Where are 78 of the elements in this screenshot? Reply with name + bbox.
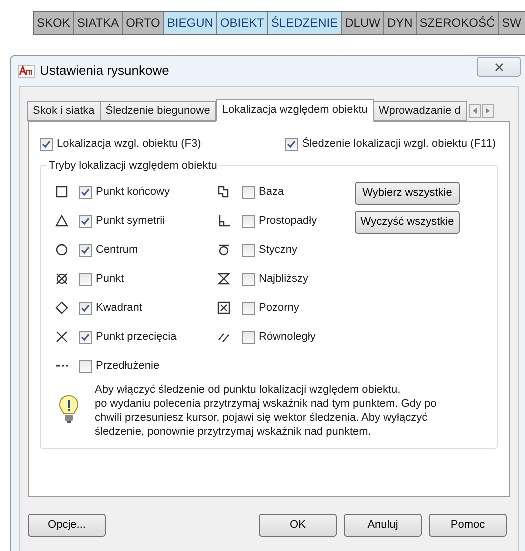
checkbox-label: Przedłużenie <box>96 358 160 374</box>
checkbox-label: Śledzenie lokalizacji wzgl. obiektu (F11) <box>302 136 496 152</box>
status-toggle[interactable]: SIATKA <box>74 12 124 34</box>
checkmark-icon <box>287 140 296 149</box>
triangle-icon <box>55 214 69 228</box>
checkbox-label: Punkt końcowy <box>96 184 170 200</box>
status-toggle[interactable]: OBIEKT <box>217 12 268 34</box>
checkmark-icon <box>81 246 90 254</box>
diamond-icon <box>55 301 69 315</box>
checkmark-icon <box>42 140 51 149</box>
checkbox-label: Prostopadły <box>259 214 318 229</box>
close-icon <box>494 62 504 72</box>
dialog-button[interactable]: Pomoc <box>429 514 507 537</box>
checkbox-label: Najbliższy <box>259 272 309 287</box>
tab[interactable]: Wprowadzanie d <box>372 101 467 121</box>
checkmark-icon <box>81 216 90 226</box>
checkbox[interactable] <box>79 360 92 372</box>
checkbox[interactable] <box>242 302 255 314</box>
left-arrow-icon <box>472 108 477 114</box>
checkbox[interactable] <box>79 302 92 314</box>
status-toggle[interactable]: BIEGUN <box>164 12 218 34</box>
window-title: Ustawienia rysunkowe <box>40 62 170 80</box>
dialog-button[interactable]: OK <box>259 514 337 537</box>
dialog-button[interactable]: Wybierz wszystkie <box>355 182 460 204</box>
checkmark-icon <box>81 188 90 196</box>
app-logo-icon <box>18 64 35 78</box>
tab[interactable]: Skok i siatka <box>27 101 101 121</box>
circle-cross-icon <box>55 272 69 286</box>
checkbox-label: Baza <box>259 184 284 200</box>
checkbox[interactable] <box>242 186 255 198</box>
status-toggle[interactable]: ORTO <box>123 12 164 34</box>
status-toggle[interactable]: SW <box>499 12 525 34</box>
dialog-button[interactable]: Wyczyść wszystkie <box>355 210 460 234</box>
checkmark-icon <box>81 332 90 342</box>
steps-icon <box>217 185 231 199</box>
checkbox-label: Kwadrant <box>96 300 142 316</box>
checkbox[interactable] <box>242 244 255 256</box>
checkbox-label: Punkt przecięcia <box>96 330 177 345</box>
checkmark-icon <box>81 304 90 312</box>
square-icon <box>55 185 69 199</box>
checkbox[interactable] <box>79 214 92 228</box>
checkbox[interactable] <box>242 330 255 344</box>
checkbox-label: Pozorny <box>259 300 300 316</box>
checkbox[interactable] <box>79 186 92 198</box>
tab[interactable]: Śledzenie biegunowe <box>100 101 216 121</box>
tangent-circle-icon <box>217 243 231 257</box>
checkbox-label: Centrum <box>96 242 138 258</box>
status-toggle[interactable]: SKOK <box>34 12 74 34</box>
boxed-cross-icon <box>217 301 231 315</box>
dialog-button[interactable]: Opcje... <box>28 514 106 537</box>
checkbox-label: Równoległy <box>259 330 316 345</box>
checkbox-label: Styczny <box>259 242 298 258</box>
checkbox-label: Punkt <box>96 272 124 287</box>
hint-text: Aby włączyć śledzenie od punktu lokalizacji względem obiektu, po wydaniu polecenia przytrzymaj wskaźnik nad tym punktem. Gdy po chwili przesuniesz kursor, pojawi się wektor śledzenia. Aby wyłączyć śledzenie, ponownie przytrzymaj wskaźnik nad punktem. <box>95 382 437 438</box>
close-button[interactable] <box>477 57 521 77</box>
circle-icon <box>55 243 69 257</box>
tab[interactable]: Lokalizacja względem obiektu <box>216 99 374 122</box>
checkbox[interactable] <box>79 330 92 344</box>
hourglass-icon <box>217 272 231 286</box>
status-toggle[interactable]: DLUW <box>342 12 384 34</box>
perpendicular-icon <box>217 214 231 228</box>
checkbox-label: Lokalizacja wzgl. obiektu (F3) <box>57 137 202 152</box>
status-toggle[interactable]: DYN <box>384 12 417 34</box>
cross-icon <box>55 330 69 344</box>
status-toggle[interactable]: ŚLEDZENIE <box>268 12 342 34</box>
scroll-right-button[interactable] <box>482 104 494 118</box>
checkbox[interactable] <box>242 214 255 228</box>
checkbox-label: Punkt symetrii <box>96 214 166 229</box>
checkbox[interactable] <box>79 272 92 286</box>
lightbulb-icon <box>59 394 79 424</box>
scroll-left-button[interactable] <box>468 104 481 118</box>
checkbox[interactable] <box>242 272 255 286</box>
checkbox[interactable] <box>79 244 92 256</box>
checkbox[interactable] <box>285 138 298 151</box>
checkbox[interactable] <box>40 138 53 151</box>
dialog-button[interactable]: Anuluj <box>344 514 422 537</box>
status-toggle[interactable]: SZEROKOŚĆ <box>416 12 500 34</box>
right-arrow-icon <box>486 108 490 114</box>
